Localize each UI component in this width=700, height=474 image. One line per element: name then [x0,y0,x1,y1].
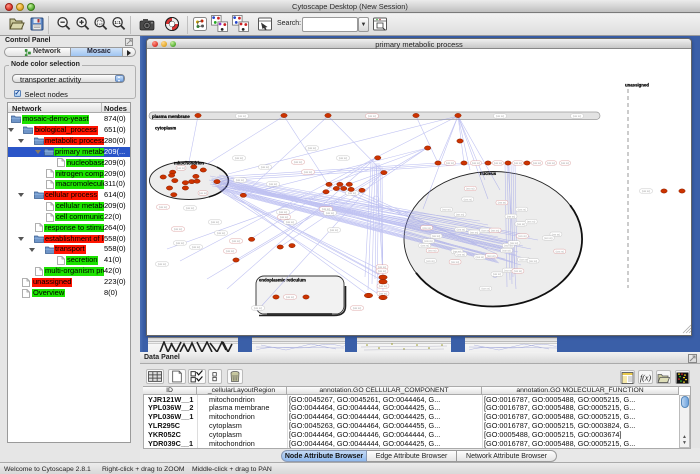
svg-text:(xxx xx): (xxx xx) [424,240,432,243]
svg-text:(xxx xx): (xxx xx) [348,192,356,195]
svg-text:(xxx xx): (xxx xx) [529,260,537,263]
svg-text:(xxx xx): (xxx xx) [533,162,541,165]
svg-text:(xxx xx): (xxx xx) [446,162,454,165]
svg-text:(xxx xx): (xxx xx) [211,221,219,224]
svg-text:(xxx xx): (xxx xx) [339,157,347,160]
svg-text:(xxx xx): (xxx xx) [422,227,430,230]
svg-text:(xxx xx): (xxx xx) [518,209,526,212]
svg-text:(xxx xx): (xxx xx) [279,211,287,214]
svg-text:(xxx xx): (xxx xx) [514,270,522,273]
svg-text:(xxx xx): (xxx xx) [527,221,535,224]
svg-text:(xxx xx): (xxx xx) [481,229,489,232]
svg-text:unassigned: unassigned [625,83,649,88]
svg-text:(xxx xx): (xxx xx) [504,269,512,272]
svg-text:plasma membrane: plasma membrane [152,114,190,119]
svg-text:(xxx xx): (xxx xx) [158,263,166,266]
svg-text:(xxx xx): (xxx xx) [547,162,555,165]
svg-text:(xxx xx): (xxx xx) [544,237,552,240]
svg-text:endoplasmic reticulum: endoplasmic reticulum [259,278,306,283]
svg-text:(xxx xx): (xxx xx) [186,207,194,210]
svg-text:(xxx xx): (xxx xx) [159,206,167,209]
svg-text:(xxx xx): (xxx xx) [232,240,240,243]
svg-text:(xxx xx): (xxx xx) [235,157,243,160]
svg-text:(xxx xx): (xxx xx) [238,115,246,118]
svg-text:(xxx xx): (xxx xx) [236,179,244,182]
svg-text:(xxx xx): (xxx xx) [517,223,525,226]
svg-text:(xxx xx): (xxx xx) [254,307,262,310]
svg-text:(xxx xx): (xxx xx) [457,229,465,232]
svg-text:1:1: 1:1 [114,20,121,25]
svg-text:(xxx xx): (xxx xx) [217,232,225,235]
svg-text:cytoplasm: cytoplasm [155,126,176,131]
svg-text:(xxx xx): (xxx xx) [174,228,182,231]
svg-text:(xxx xx): (xxx xx) [518,235,526,238]
svg-text:f(x): f(x) [640,373,651,382]
svg-text:(xxx xx): (xxx xx) [510,242,518,245]
svg-text:(xxx xx): (xxx xx) [514,162,522,165]
svg-text:(xxx xx): (xxx xx) [642,190,650,193]
svg-text:(xxx xx): (xxx xx) [176,242,184,245]
svg-text:(xxx xx): (xxx xx) [442,209,450,212]
svg-text:(xxx xx): (xxx xx) [496,115,504,118]
svg-text:(xxx xx): (xxx xx) [368,115,376,118]
svg-text:(xxx xx): (xxx xx) [487,255,495,258]
svg-text:(xxx xx): (xxx xx) [294,161,302,164]
svg-text:(xxx xx): (xxx xx) [493,273,501,276]
svg-text:(xxx xx): (xxx xx) [353,307,361,310]
svg-text:(xxx xx): (xxx xx) [432,235,440,238]
svg-text:(xxx xx): (xxx xx) [498,202,506,205]
svg-text:(xxx xx): (xxx xx) [451,261,459,264]
svg-text:(xxx xx): (xxx xx) [199,192,207,195]
svg-text:(xxx xx): (xxx xx) [466,188,474,191]
svg-text:(xxx xx): (xxx xx) [226,250,234,253]
svg-text:(xxx xx): (xxx xx) [470,231,478,234]
svg-text:(xxx xx): (xxx xx) [177,167,185,170]
svg-text:(xxx xx): (xxx xx) [464,198,472,201]
svg-text:(xxx xx): (xxx xx) [192,246,200,249]
svg-text:(xxx xx): (xxx xx) [286,221,294,224]
svg-text:(xxx xx): (xxx xx) [269,183,277,186]
svg-text:(xxx xx): (xxx xx) [304,171,312,174]
svg-text:(xxx xx): (xxx xx) [561,162,569,165]
svg-text:(xxx xx): (xxx xx) [494,162,502,165]
svg-text:(xxx xx): (xxx xx) [330,229,338,232]
svg-text:(xxx xx): (xxx xx) [472,162,480,165]
svg-text:(xxx xx): (xxx xx) [280,216,288,219]
svg-text:(xxx xx): (xxx xx) [428,250,436,253]
svg-text:(xxx xx): (xxx xx) [286,296,294,299]
svg-text:(xxx xx): (xxx xx) [456,214,464,217]
svg-text:(xxx xx): (xxx xx) [556,250,564,253]
svg-text:(xxx xx): (xxx xx) [476,256,484,259]
svg-text:(xxx xx): (xxx xx) [573,115,581,118]
svg-text:(xxx xx): (xxx xx) [519,259,527,262]
svg-text:(xxx xx): (xxx xx) [308,147,316,150]
svg-text:(xxx xx): (xxx xx) [491,229,499,232]
svg-text:(xxx xx): (xxx xx) [379,285,387,288]
svg-text:(xxx xx): (xxx xx) [421,245,429,248]
svg-text:(xxx xx): (xxx xx) [261,166,269,169]
svg-text:(xxx xx): (xxx xx) [326,212,334,215]
svg-text:(xxx xx): (xxx xx) [502,250,510,253]
svg-text:(xxx xx): (xxx xx) [481,288,489,291]
svg-text:(xxx xx): (xxx xx) [507,215,515,218]
svg-text:(xxx xx): (xxx xx) [378,270,386,273]
svg-text:(xxx xx): (xxx xx) [426,260,434,263]
svg-text:(xxx xx): (xxx xx) [457,253,465,256]
